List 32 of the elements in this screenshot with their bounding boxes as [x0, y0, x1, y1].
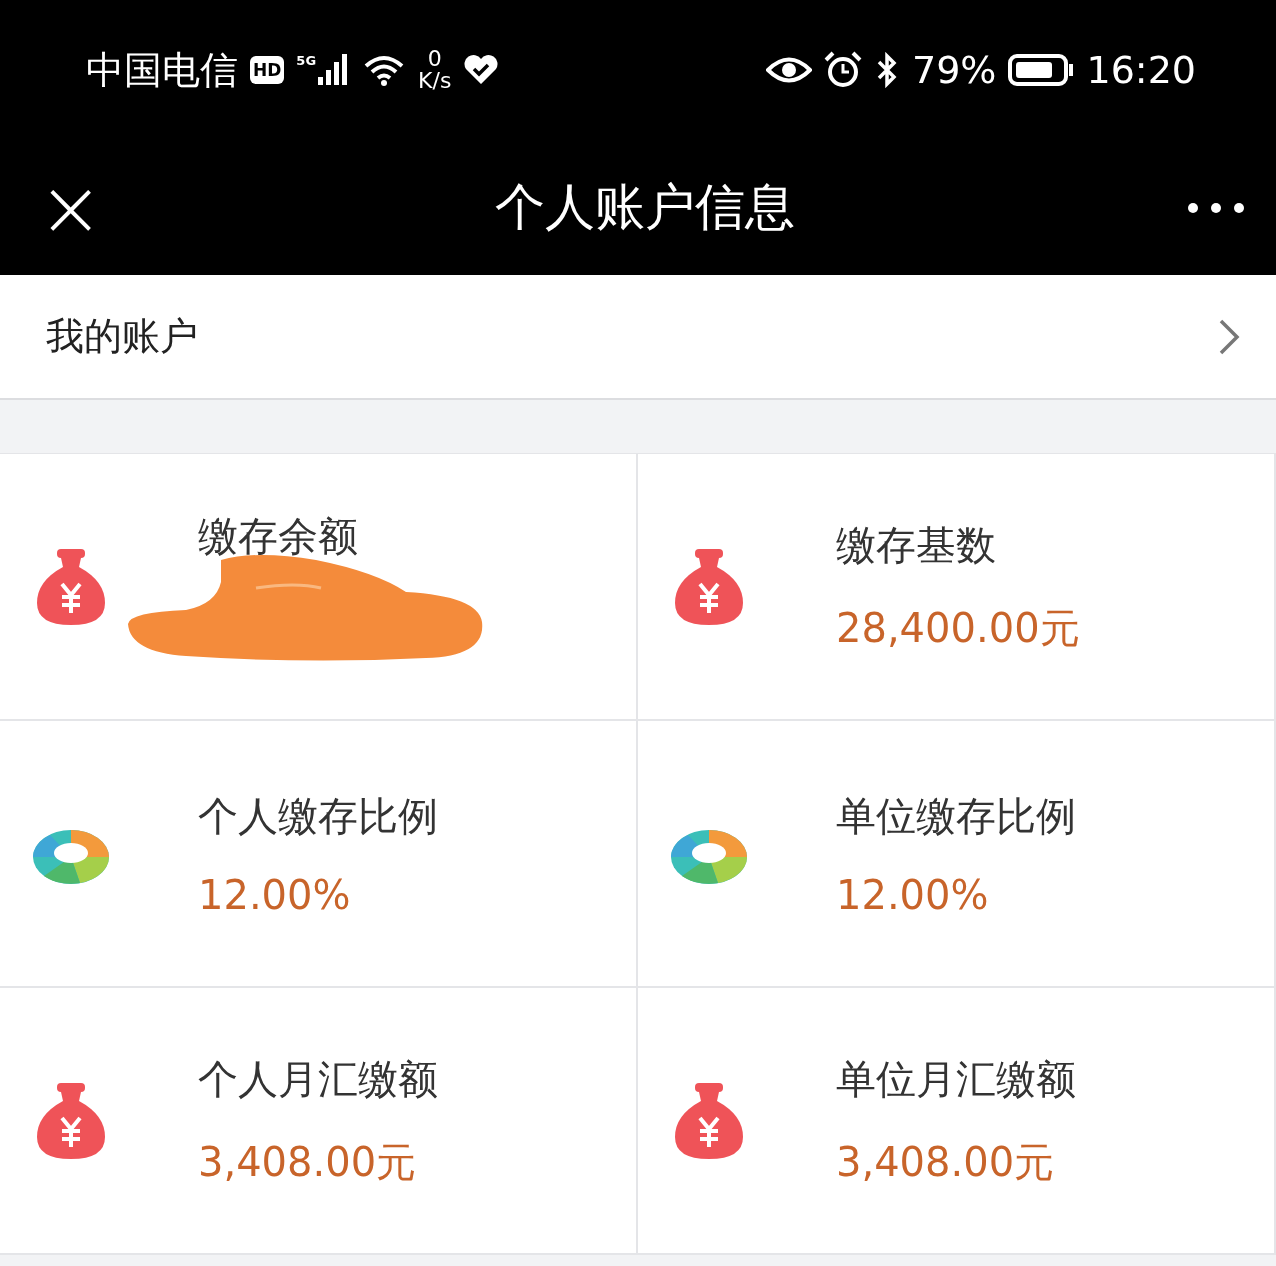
card-label: 缴存基数 [836, 520, 997, 570]
chevron-right-icon [1218, 317, 1240, 356]
page-title: 个人账户信息 [494, 177, 795, 238]
network-type: 5G [296, 53, 317, 68]
speed-unit: K/s [418, 70, 452, 92]
money-bag-icon [35, 1080, 107, 1161]
card-label: 单位缴存比例 [836, 792, 1076, 841]
account-row[interactable]: 我的账户 [0, 275, 1276, 400]
card-value: 12.00% [198, 872, 352, 918]
battery-percent: 79% [912, 48, 997, 92]
card-value: 3,408.00元 [836, 1137, 1056, 1187]
close-button[interactable]: × [38, 168, 104, 247]
more-icon[interactable] [1186, 200, 1246, 215]
hd-badge: HD [250, 56, 285, 84]
heart-icon [463, 54, 500, 86]
card-value: 28,400.00元 [836, 603, 1080, 653]
card-label: 缴存余额 [198, 512, 359, 561]
money-bag-icon [35, 546, 107, 627]
battery-icon [1008, 53, 1075, 87]
card-label: 单位月汇缴额 [836, 1054, 1076, 1104]
account-label: 我的账户 [46, 313, 198, 360]
card-label: 个人缴存比例 [198, 792, 438, 841]
clock-time: 16:20 [1086, 48, 1196, 92]
card-value: 3,408.00元 [198, 1137, 418, 1187]
alarm-icon [824, 51, 862, 89]
money-bag-icon [673, 1080, 745, 1161]
card-value: 12.00% [836, 872, 990, 918]
card-label: 个人月汇缴额 [198, 1054, 438, 1104]
money-bag-icon [673, 546, 745, 627]
speed-value: 0 [427, 48, 442, 70]
carrier-name: 中国电信 [86, 46, 238, 94]
eye-icon [766, 55, 812, 85]
